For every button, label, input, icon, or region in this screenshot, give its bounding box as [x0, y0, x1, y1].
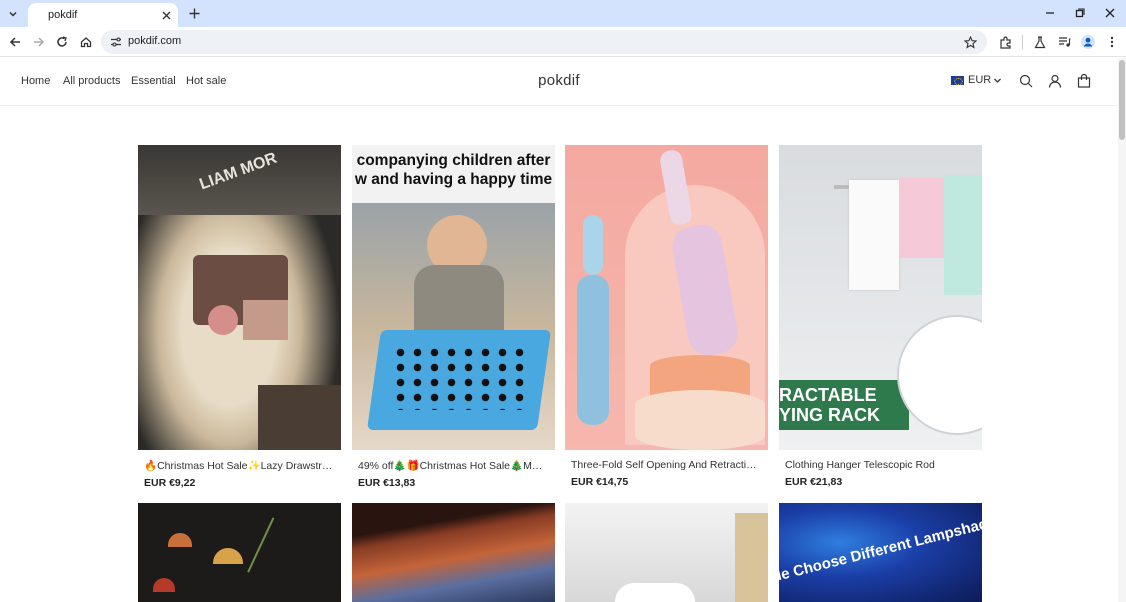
product-card[interactable]	[565, 503, 768, 602]
close-icon	[1105, 8, 1115, 18]
product-title[interactable]: 🔥Christmas Hot Sale✨Lazy Drawstring Make…	[138, 459, 333, 472]
currency-selector[interactable]: EUR	[951, 74, 1002, 86]
product-price: EUR €9,22	[144, 477, 196, 489]
active-tab[interactable]: pokdif	[28, 3, 178, 27]
product-image-leather[interactable]	[352, 503, 555, 602]
product-card[interactable]: de Choose Different Lampshades for Diffe…	[779, 503, 982, 602]
product-price: EUR €13,83	[358, 477, 416, 489]
site-header: Home All products Essential Hot sale pok…	[0, 58, 1118, 106]
new-tab-button[interactable]	[186, 5, 202, 21]
media-controls-button[interactable]	[1056, 34, 1072, 50]
puzzle-icon	[999, 35, 1011, 49]
avatar-icon	[1081, 35, 1095, 49]
url-text: pokdif.com	[128, 35, 182, 47]
profile-button[interactable]	[1080, 34, 1096, 50]
account-icon[interactable]	[1047, 73, 1063, 89]
close-window-button[interactable]	[1102, 5, 1118, 21]
more-vert-icon	[1110, 36, 1114, 48]
product-card[interactable]: RACTABLE YING RACK Clothing Hanger Teles…	[779, 145, 982, 488]
eu-flag-icon	[951, 75, 964, 85]
image-text: companying children after w and having a…	[354, 152, 553, 188]
reload-icon	[57, 36, 67, 47]
product-card[interactable]: companying children after w and having a…	[352, 145, 555, 489]
product-title[interactable]: 49% off🎄🎁Christmas Hot Sale🎄Magnetic Che…	[352, 459, 547, 472]
product-card[interactable]: Three-Fold Self Opening And Retracting U…	[565, 145, 768, 488]
site-info-icon[interactable]	[109, 35, 123, 49]
product-image-hanger-rod[interactable]: RACTABLE YING RACK	[779, 145, 982, 450]
playlist-icon	[1058, 37, 1070, 47]
search-icon[interactable]	[1018, 73, 1034, 89]
product-image-mushroom-print[interactable]	[138, 503, 341, 602]
plus-icon	[189, 8, 199, 18]
minimize-button[interactable]	[1042, 5, 1058, 21]
tab-search-button[interactable]	[4, 5, 22, 23]
address-bar[interactable]: pokdif.com	[101, 30, 987, 54]
labs-button[interactable]	[1032, 34, 1048, 50]
tab-title: pokdif	[48, 9, 78, 21]
tab-close-icon[interactable]	[159, 8, 173, 22]
browser-menu-button[interactable]	[1104, 34, 1120, 50]
product-price: EUR €21,83	[785, 476, 843, 488]
product-card[interactable]: LIAM MOR 🔥Christmas Hot Sale✨Lazy Drawst…	[138, 145, 341, 489]
home-icon	[80, 37, 92, 48]
product-image-umbrella[interactable]	[565, 145, 768, 450]
product-image-makeup-bag[interactable]: LIAM MOR	[138, 145, 341, 450]
chevron-down-icon	[994, 78, 1002, 83]
product-image-galaxy-lamp[interactable]: de Choose Different Lampshades for Diffe…	[779, 503, 982, 602]
toolbar-divider	[1022, 35, 1023, 49]
forward-button[interactable]	[31, 34, 47, 50]
bookmark-star-icon[interactable]	[962, 34, 978, 50]
product-title[interactable]: Clothing Hanger Telescopic Rod	[779, 459, 974, 471]
browser-toolbar: pokdif.com	[0, 27, 1126, 57]
restore-button[interactable]	[1072, 5, 1088, 21]
minimize-icon	[1046, 12, 1054, 14]
home-button[interactable]	[78, 34, 94, 50]
flask-icon	[1034, 35, 1046, 48]
page-scrollbar[interactable]	[1118, 58, 1126, 602]
product-title[interactable]: Three-Fold Self Opening And Retracting U…	[565, 459, 760, 471]
product-price: EUR €14,75	[571, 476, 629, 488]
product-card[interactable]	[138, 503, 341, 602]
product-image-magnetic-chess[interactable]: companying children after w and having a…	[352, 145, 555, 450]
product-card[interactable]	[352, 503, 555, 602]
image-text: RACTABLE YING RACK	[779, 385, 881, 425]
back-arrow-icon	[9, 37, 20, 47]
product-image-appliance[interactable]	[565, 503, 768, 602]
image-text: de Choose Different Lampshades for Diffe…	[779, 503, 982, 586]
extensions-button[interactable]	[997, 34, 1013, 50]
browser-tab-bar: pokdif	[0, 0, 1126, 27]
currency-label: EUR	[968, 74, 992, 86]
forward-arrow-icon	[34, 37, 45, 47]
cart-icon[interactable]	[1076, 73, 1092, 89]
restore-icon	[1075, 8, 1085, 18]
chevron-down-icon	[9, 11, 17, 17]
reload-button[interactable]	[54, 34, 70, 50]
scrollbar-thumb[interactable]	[1119, 60, 1125, 140]
back-button[interactable]	[7, 34, 23, 50]
